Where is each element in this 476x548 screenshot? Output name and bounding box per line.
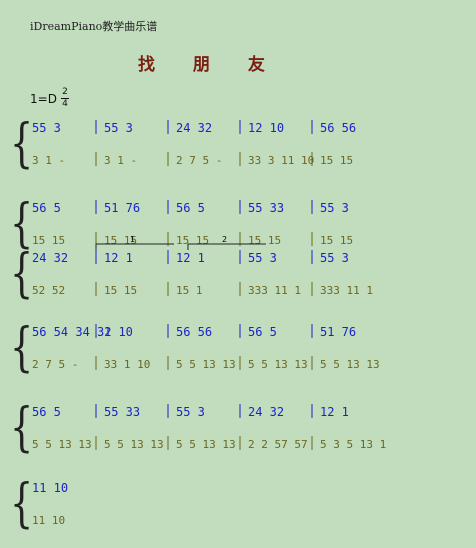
lower-measure: 2 7 5 - (176, 154, 222, 167)
staff-row: {55 33 1 -55 33 1 -24 32 2 7 5 -12 10 33 3… (10, 118, 474, 174)
upper-measure: 55 3 (32, 121, 61, 135)
upper-measure: 24 32 (32, 251, 68, 265)
lower-measure: 11 10 (32, 514, 65, 527)
lower-measure: 5 5 13 13 (176, 358, 236, 371)
staff-svg: 56 54 34 32 2 7 5 - 1 10 33 1 10 56 56 5 5 13… (32, 324, 380, 371)
lower-measure: 2 2 57 57 (248, 438, 308, 451)
lower-measure: 15 15 (248, 234, 281, 247)
lower-measure: 15 15 (320, 154, 353, 167)
volta-label: 1 (130, 235, 135, 244)
upper-measure: 1 10 (104, 325, 133, 339)
staff-svg: 55 3 3 1 - 55 3 3 1 - 24 32 2 7 5 - 12 10 33 3 … (32, 120, 356, 167)
upper-measure: 55 3 (176, 405, 205, 419)
lower-measure: 5 5 13 13 (32, 438, 92, 451)
upper-measure: 55 3 (320, 201, 349, 215)
key-signature: 1=D 2 4 (30, 88, 69, 109)
upper-measure: 56 5 (176, 201, 205, 215)
time-signature: 2 4 (60, 87, 69, 109)
time-top: 2 (62, 87, 68, 97)
lower-measure: 15 15 (176, 234, 209, 247)
staff-row: {56 5 15 15 51 76 15 15 56 5 15 15 55 33 15 15 5… (10, 198, 474, 254)
time-bottom: 4 (62, 99, 68, 109)
staff-row: {56 54 34 32 2 7 5 -1 10 33 1 10 56 56 5 5 1… (10, 322, 474, 378)
upper-measure: 56 54 34 32 (32, 325, 111, 339)
lower-measure: 333 11 1 (320, 284, 373, 297)
upper-measure: 51 76 (320, 325, 356, 339)
upper-measure: 55 33 (104, 405, 140, 419)
upper-measure: 12 1 (176, 251, 205, 265)
upper-measure: 55 33 (248, 201, 284, 215)
lower-measure: 5 5 13 13 (176, 438, 236, 451)
upper-measure: 12 1 (320, 405, 349, 419)
upper-measure: 24 32 (176, 121, 212, 135)
key-label: 1=D (30, 91, 57, 106)
upper-measure: 12 10 (248, 121, 284, 135)
lower-measure: 2 7 5 - (32, 358, 78, 371)
upper-measure: 51 76 (104, 201, 140, 215)
lower-measure: 15 15 (320, 234, 353, 247)
upper-measure: 56 5 (32, 405, 61, 419)
upper-measure: 11 10 (32, 481, 68, 495)
lower-measure: 15 15 (32, 234, 65, 247)
upper-measure: 56 5 (248, 325, 277, 339)
lower-measure: 5 5 13 13 (320, 358, 380, 371)
upper-measure: 55 3 (320, 251, 349, 265)
upper-measure: 56 56 (176, 325, 212, 339)
lower-measure: 15 15 (104, 284, 137, 297)
lower-measure: 3 1 - (32, 154, 65, 167)
staff-svg: 56 5 15 15 51 76 15 15 56 5 15 15 55 33 15 15 55… (32, 200, 353, 247)
lower-measure: 15 1 (176, 284, 203, 297)
upper-measure: 12 1 (104, 251, 133, 265)
upper-measure: 55 3 (104, 121, 133, 135)
lower-measure: 52 52 (32, 284, 65, 297)
lower-measure: 33 1 10 (104, 358, 150, 371)
upper-measure: 56 56 (320, 121, 356, 135)
upper-measure: 24 32 (248, 405, 284, 419)
lower-measure: 33 3 11 10 (248, 154, 314, 167)
lower-measure: 5 5 13 13 (248, 358, 308, 371)
volta-label: 2 (222, 235, 227, 244)
lower-measure: 5 3 5 13 1 (320, 438, 386, 451)
brand-header: iDreamPiano教学曲乐谱 (30, 20, 158, 33)
staff-row: {56 55 5 13 13 55 33 5 5 13 13 55 35 5 13 1… (10, 402, 474, 458)
lower-measure: 5 5 13 13 (104, 438, 164, 451)
staff-svg: 11 10 11 10 (32, 481, 68, 527)
staff-svg: 56 5 5 5 13 13 55 33 5 5 13 13 55 3 5 5 13 13… (32, 404, 386, 451)
staff-row: {24 32 52 52 12 1 15 15 12 1 15 1 55 3 333 11 1… (10, 235, 474, 304)
lower-measure: 333 11 1 (248, 284, 301, 297)
lower-measure: 3 1 - (104, 154, 137, 167)
upper-measure: 55 3 (248, 251, 277, 265)
upper-measure: 56 5 (32, 201, 61, 215)
song-title: 找 朋 友 (138, 55, 281, 75)
staff-svg: 24 32 52 52 12 1 15 15 12 1 15 1 55 3 333 11 1 5… (32, 235, 373, 297)
staff-row: {11 10 11 10 (10, 478, 474, 534)
